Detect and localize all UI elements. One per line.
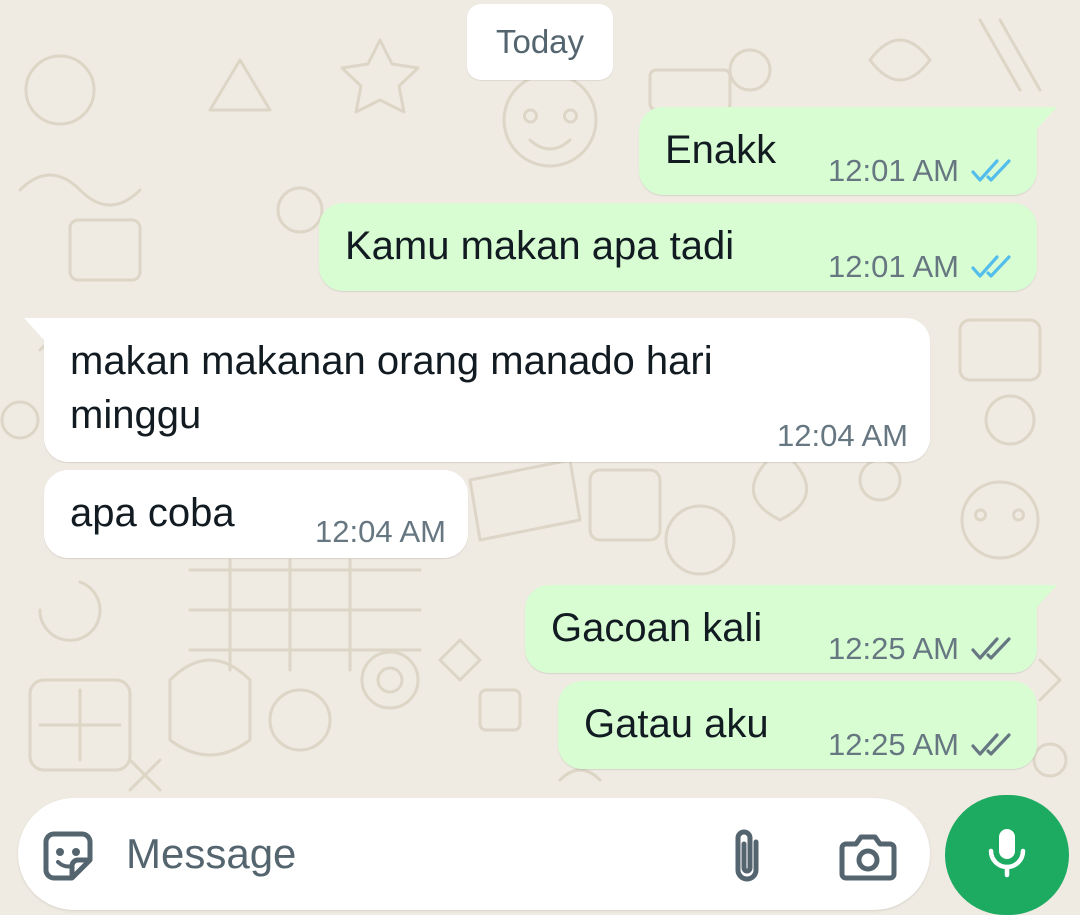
message-text: Gatau aku xyxy=(584,702,769,746)
message-text: Kamu makan apa tadi xyxy=(345,224,735,268)
message-input[interactable] xyxy=(126,820,686,888)
outgoing-message[interactable]: Gatau aku 12:25 AM xyxy=(558,681,1037,769)
outgoing-message[interactable]: Gacoan kali 12:25 AM xyxy=(525,585,1057,673)
date-label: Today xyxy=(495,23,585,60)
incoming-message[interactable]: makan makanan orang manado hari minggu 1… xyxy=(24,318,930,462)
message-meta: 12:25 AM xyxy=(828,631,1015,667)
date-chip: Today xyxy=(467,4,613,80)
message-text: Gacoan kali xyxy=(551,606,763,650)
message-composer xyxy=(18,798,930,910)
message-meta: 12:01 AM xyxy=(828,249,1015,285)
outgoing-message[interactable]: Enakk 12:01 AM xyxy=(639,107,1057,195)
message-text-line-2: minggu xyxy=(70,393,202,437)
message-meta: 12:25 AM xyxy=(828,727,1015,763)
double-check-read-icon xyxy=(971,157,1015,185)
message-text: Enakk xyxy=(665,128,777,172)
message-time: 12:01 AM xyxy=(828,249,959,284)
double-check-read-icon xyxy=(971,253,1015,281)
sticker-smile-icon[interactable] xyxy=(40,828,96,884)
message-meta: 12:01 AM xyxy=(828,153,1015,189)
double-check-delivered-icon xyxy=(971,635,1015,663)
message-time: 12:25 AM xyxy=(828,727,959,762)
message-time: 12:04 AM xyxy=(315,514,446,549)
message-time: 12:01 AM xyxy=(828,153,959,188)
chat-area: Today Enakk 12:01 AM Kamu makan apa tadi… xyxy=(0,0,1080,800)
message-text: apa coba xyxy=(70,491,235,535)
microphone-button[interactable] xyxy=(945,795,1069,915)
camera-icon[interactable] xyxy=(838,828,898,884)
message-time: 12:04 AM xyxy=(777,418,908,453)
outgoing-message[interactable]: Kamu makan apa tadi 12:01 AM xyxy=(319,203,1037,291)
message-text-line-1: makan makanan orang manado hari xyxy=(70,339,713,383)
double-check-delivered-icon xyxy=(971,731,1015,759)
message-meta: 12:04 AM xyxy=(315,514,446,550)
incoming-message[interactable]: apa coba 12:04 AM xyxy=(44,470,468,558)
paperclip-icon[interactable] xyxy=(722,826,772,886)
microphone-icon xyxy=(985,825,1029,886)
message-meta: 12:04 AM xyxy=(777,418,908,454)
message-time: 12:25 AM xyxy=(828,631,959,666)
